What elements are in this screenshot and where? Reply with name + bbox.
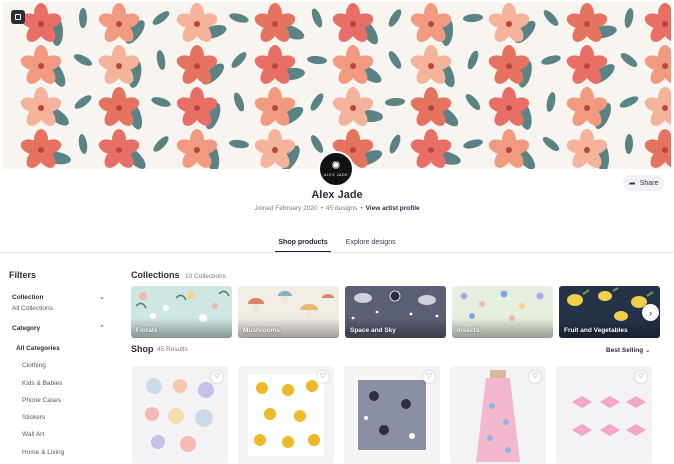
view-profile-link[interactable]: View artist profile — [366, 205, 420, 212]
tab-shop-products[interactable]: Shop products — [275, 236, 331, 252]
chevron-right-icon[interactable]: › — [642, 304, 659, 321]
heart-icon[interactable]: ♡ — [423, 371, 435, 383]
heart-icon[interactable]: ♡ — [211, 371, 223, 383]
tab-explore-designs[interactable]: Explore designs — [343, 236, 399, 252]
design-count: 45 designs — [325, 205, 358, 212]
sort-dropdown[interactable]: Best Selling ⌄ — [606, 346, 650, 354]
heart-icon[interactable]: ♡ — [317, 371, 329, 383]
category-home-living[interactable]: Home & Living — [16, 449, 64, 464]
artist-meta: Joined February 2020 • 45 designs • View art… — [254, 205, 420, 212]
tab-divider — [0, 252, 674, 253]
category-clothing[interactable]: Clothing — [16, 362, 64, 379]
collection-filter-label[interactable]: Collection — [12, 294, 43, 301]
collection-label: Space and Sky — [350, 327, 396, 334]
product-card-space-print[interactable]: ♡ — [344, 366, 440, 464]
collection-filter-value[interactable]: All Collections — [12, 305, 53, 312]
product-card-sunflowers[interactable]: ♡ — [238, 366, 334, 464]
category-kids-babies[interactable]: Kids & Babies — [16, 380, 64, 397]
collection-label: Fruit and Vegetables — [564, 327, 628, 334]
collection-label: Florals — [136, 327, 158, 334]
shop-count: 45 Results — [157, 346, 188, 353]
shop-title: Shop — [131, 344, 154, 354]
category-filter-label[interactable]: Category — [12, 325, 40, 332]
avatar-text: ALEX JADE — [323, 173, 349, 177]
category-list: All Categories Clothing Kids & Babies Ph… — [16, 345, 64, 464]
artist-avatar[interactable]: ✺ ALEX JADE — [318, 151, 354, 187]
heart-icon[interactable]: ♡ — [529, 371, 541, 383]
product-card-seashells[interactable]: ♡ — [132, 366, 228, 464]
tab-bar: Shop products Explore designs — [0, 236, 674, 252]
collections-count: 10 Collections — [185, 273, 226, 280]
product-card-dress[interactable]: ♡ — [450, 366, 546, 464]
sort-value: Best Selling — [606, 347, 644, 354]
collection-card-mushrooms[interactable]: Mushrooms — [238, 286, 339, 338]
share-label: Share — [639, 179, 659, 187]
category-stickers[interactable]: Stickers — [16, 414, 64, 431]
logo-icon: ✺ — [331, 160, 341, 172]
collection-card-insects[interactable]: Insects — [452, 286, 553, 338]
share-icon: ➦ — [629, 178, 636, 188]
heart-icon[interactable]: ♡ — [635, 371, 647, 383]
collection-card-florals[interactable]: Florals — [131, 286, 232, 338]
collections-row: Florals Mushrooms Space and Sky Insects — [131, 286, 661, 338]
chevron-down-icon[interactable]: ⌄ — [99, 293, 105, 301]
floral-banner-art — [3, 2, 671, 169]
category-all[interactable]: All Categories — [16, 345, 64, 362]
joined-date: Joined February 2020 — [254, 205, 318, 212]
product-card-bows[interactable]: ♡ — [556, 366, 652, 464]
menu-icon[interactable] — [11, 10, 25, 24]
chevron-down-icon: ⌄ — [645, 347, 651, 354]
collection-card-space[interactable]: Space and Sky — [345, 286, 446, 338]
collection-label: Mushrooms — [243, 327, 280, 334]
artist-name: Alex Jade — [311, 189, 363, 201]
profile-banner — [3, 2, 671, 169]
chevron-up-icon[interactable]: ⌃ — [99, 324, 105, 332]
filters-title: Filters — [9, 270, 37, 280]
collection-label: Insects — [457, 327, 480, 334]
category-phone-cases[interactable]: Phone Cases — [16, 397, 64, 414]
collections-title: Collections — [131, 270, 180, 280]
category-wall-art[interactable]: Wall Art — [16, 431, 64, 448]
